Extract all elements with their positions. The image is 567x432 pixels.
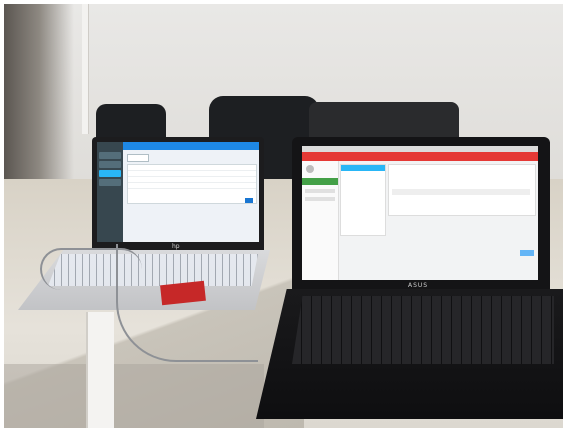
asus-main-panel — [388, 164, 536, 216]
hp-laptop-screen-bezel: hp — [92, 137, 264, 250]
sidebar-item — [99, 152, 121, 159]
sidebar-item — [305, 197, 335, 201]
hp-app-topbar — [123, 142, 259, 150]
asus-app-topbar — [302, 152, 538, 161]
asus-laptop-screen-bezel: ASUS — [292, 137, 550, 289]
asus-send-button — [520, 250, 534, 256]
asus-keyboard — [292, 296, 554, 364]
photo-frame: hp ASUS — [4, 4, 563, 428]
cable — [116, 244, 258, 362]
asus-logo: ASUS — [408, 282, 429, 289]
sidebar-item-active — [99, 170, 121, 177]
wall-pipe — [82, 4, 89, 134]
sidebar-item — [305, 189, 335, 193]
asus-contact-list — [340, 164, 386, 236]
hp-app-button — [245, 198, 253, 203]
floor — [4, 364, 264, 428]
desk-leg — [86, 312, 114, 428]
hp-laptop-screen — [97, 142, 259, 242]
hp-app-card — [127, 164, 257, 204]
avatar — [306, 165, 314, 173]
sidebar-active-item — [302, 178, 338, 185]
hp-app-sidebar — [97, 142, 123, 242]
sidebar-item — [99, 179, 121, 186]
asus-app-sidebar — [302, 161, 339, 280]
list-header — [341, 165, 385, 171]
editor-toolbar — [392, 189, 530, 195]
table-row — [128, 183, 256, 189]
hp-app-tab — [127, 154, 149, 162]
asus-laptop-screen — [302, 146, 538, 280]
sidebar-item — [99, 161, 121, 168]
